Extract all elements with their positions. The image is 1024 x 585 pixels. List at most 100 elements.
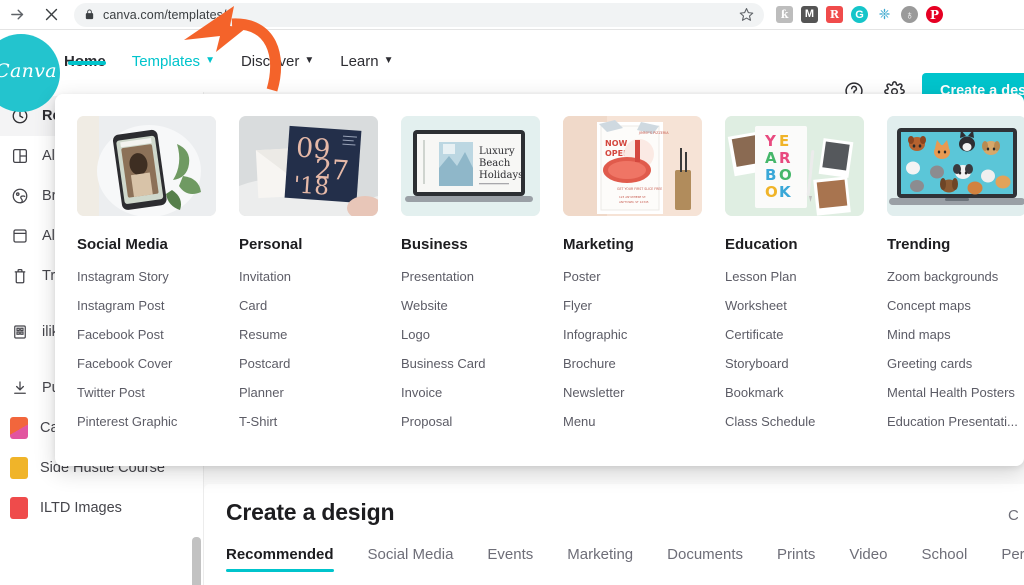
svg-text:Beach: Beach bbox=[479, 158, 511, 169]
mega-column-business: Luxury Beach Holidays Business Presentat… bbox=[401, 116, 563, 429]
thumbnail-business[interactable]: Luxury Beach Holidays bbox=[401, 116, 540, 216]
svg-text:O: O bbox=[765, 183, 778, 201]
mega-link[interactable]: Card bbox=[239, 298, 387, 313]
extension-red-r-icon[interactable]: R bbox=[826, 6, 843, 23]
extension-blue-wave-icon[interactable]: ❈ bbox=[876, 6, 893, 23]
svg-text:NOW: NOW bbox=[605, 139, 627, 148]
tab-social-media[interactable]: Social Media bbox=[368, 546, 454, 572]
mega-link[interactable]: Concept maps bbox=[887, 298, 1024, 313]
chevron-down-icon: ▼ bbox=[383, 55, 394, 66]
nav-link-templates[interactable]: Templates ▼ bbox=[132, 49, 215, 74]
browser-extensions: ƙ M R G ❈ ♁ P bbox=[776, 6, 943, 23]
mega-column-trending: Trending Zoom backgrounds Concept maps M… bbox=[887, 116, 1024, 429]
mega-link[interactable]: Education Presentati... bbox=[887, 414, 1024, 429]
mega-link[interactable]: Pinterest Graphic bbox=[77, 414, 225, 429]
tab-events[interactable]: Events bbox=[487, 546, 533, 572]
mega-column-marketing: NOW OPEN! JIMMY'S PIZZERIA GET YOUR FIRS… bbox=[563, 116, 725, 429]
mega-link[interactable]: Menu bbox=[563, 414, 711, 429]
mega-link[interactable]: Lesson Plan bbox=[725, 269, 873, 284]
thumbnail-education[interactable]: Y E A R B O O K bbox=[725, 116, 864, 216]
panel-right-cut-text: C bbox=[1008, 507, 1018, 524]
mega-column-social-media: Social Media Instagram Story Instagram P… bbox=[77, 116, 239, 429]
sidebar-item-iltd-images[interactable]: ILTD Images bbox=[0, 488, 203, 528]
tab-recommended[interactable]: Recommended bbox=[226, 546, 334, 572]
mega-link[interactable]: Postcard bbox=[239, 356, 387, 371]
thumbnail-trending[interactable] bbox=[887, 116, 1024, 216]
svg-text:123 ANYWHERE ST.: 123 ANYWHERE ST. bbox=[619, 195, 646, 199]
mega-link[interactable]: Instagram Post bbox=[77, 298, 225, 313]
mega-link[interactable]: Flyer bbox=[563, 298, 711, 313]
mega-column-links: Presentation Website Logo Business Card … bbox=[401, 269, 563, 429]
mega-link[interactable]: Presentation bbox=[401, 269, 549, 284]
mega-link[interactable]: Greeting cards bbox=[887, 356, 1024, 371]
extension-grammarly-icon[interactable]: G bbox=[851, 6, 868, 23]
mega-link[interactable]: Facebook Post bbox=[77, 327, 225, 342]
mega-link[interactable]: Logo bbox=[401, 327, 549, 342]
mega-link[interactable]: Invitation bbox=[239, 269, 387, 284]
mega-link[interactable]: Invoice bbox=[401, 385, 549, 400]
mega-column-personal: 09 27 '18 Personal Invitation Card Resum… bbox=[239, 116, 401, 429]
mega-link[interactable]: Mental Health Posters bbox=[887, 385, 1024, 400]
svg-text:JIMMY'S PIZZERIA: JIMMY'S PIZZERIA bbox=[638, 131, 669, 135]
mega-link[interactable]: Planner bbox=[239, 385, 387, 400]
mega-link[interactable]: Brochure bbox=[563, 356, 711, 371]
sidebar-label: ILTD Images bbox=[40, 500, 122, 516]
sidebar-scrollbar[interactable] bbox=[192, 537, 201, 585]
tab-video[interactable]: Video bbox=[849, 546, 887, 572]
active-tab-indicator bbox=[68, 61, 106, 65]
mega-column-links: Invitation Card Resume Postcard Planner … bbox=[239, 269, 401, 429]
mega-column-title: Social Media bbox=[77, 236, 168, 253]
mega-link[interactable]: Storyboard bbox=[725, 356, 873, 371]
mega-link[interactable]: Instagram Story bbox=[77, 269, 225, 284]
mega-column-education: Y E A R B O O K Education Lesson Plan Wo… bbox=[725, 116, 887, 429]
forward-icon[interactable] bbox=[2, 1, 32, 29]
extension-grey-k-icon[interactable]: ƙ bbox=[776, 6, 793, 23]
grid-icon bbox=[10, 146, 30, 166]
nav-link-learn[interactable]: Learn ▼ bbox=[340, 49, 393, 74]
mega-link[interactable]: Worksheet bbox=[725, 298, 873, 313]
mega-link[interactable]: Newsletter bbox=[563, 385, 711, 400]
thumbnail-personal[interactable]: 09 27 '18 bbox=[239, 116, 378, 216]
extension-gmail-icon[interactable]: M bbox=[801, 6, 818, 23]
thumbnail-marketing[interactable]: NOW OPEN! JIMMY'S PIZZERIA GET YOUR FIRS… bbox=[563, 116, 702, 216]
mega-link[interactable]: Poster bbox=[563, 269, 711, 284]
trash-icon bbox=[10, 266, 30, 286]
address-bar[interactable]: canva.com/templates/ bbox=[74, 2, 764, 27]
mega-link[interactable]: Infographic bbox=[563, 327, 711, 342]
nav-label-templates: Templates bbox=[131, 52, 201, 70]
svg-text:ANYTOWN, ST 12345: ANYTOWN, ST 12345 bbox=[619, 200, 649, 204]
nav-link-discover[interactable]: Discover ▼ bbox=[241, 49, 314, 74]
mega-link[interactable]: Website bbox=[401, 298, 549, 313]
mega-link[interactable]: Facebook Cover bbox=[77, 356, 225, 371]
mega-link[interactable]: Class Schedule bbox=[725, 414, 873, 429]
browser-nav-buttons bbox=[0, 1, 66, 29]
tab-school[interactable]: School bbox=[921, 546, 967, 572]
tab-personal[interactable]: Personal bbox=[1001, 546, 1024, 572]
browser-toolbar: canva.com/templates/ ƙ M R G ❈ ♁ P bbox=[0, 0, 1024, 30]
extension-globe-icon[interactable]: ♁ bbox=[901, 6, 918, 23]
mega-link[interactable]: Resume bbox=[239, 327, 387, 342]
header-nav: Home Templates ▼ Discover ▼ Learn ▼ bbox=[64, 49, 394, 74]
mega-link[interactable]: Certificate bbox=[725, 327, 873, 342]
mega-link[interactable]: Business Card bbox=[401, 356, 549, 371]
tab-prints[interactable]: Prints bbox=[777, 546, 815, 572]
mega-link[interactable]: Mind maps bbox=[887, 327, 1024, 342]
close-icon[interactable] bbox=[36, 1, 66, 29]
tab-marketing[interactable]: Marketing bbox=[567, 546, 633, 572]
mega-column-links: Poster Flyer Infographic Brochure Newsle… bbox=[563, 269, 725, 429]
url-text: canva.com/templates/ bbox=[103, 7, 227, 22]
tab-documents[interactable]: Documents bbox=[667, 546, 743, 572]
mega-link[interactable]: Proposal bbox=[401, 414, 549, 429]
mega-link[interactable]: Zoom backgrounds bbox=[887, 269, 1024, 284]
folder-color-icon bbox=[10, 417, 28, 439]
nav-label-discover: Discover bbox=[240, 52, 300, 70]
page-title: Create a design bbox=[226, 499, 395, 525]
thumbnail-social-media[interactable] bbox=[77, 116, 216, 216]
mega-link[interactable]: T-Shirt bbox=[239, 414, 387, 429]
star-icon[interactable] bbox=[739, 7, 754, 22]
svg-text:Y: Y bbox=[764, 132, 777, 150]
mega-column-title: Business bbox=[401, 236, 468, 253]
mega-link[interactable]: Twitter Post bbox=[77, 385, 225, 400]
extension-pinterest-icon[interactable]: P bbox=[926, 6, 943, 23]
mega-link[interactable]: Bookmark bbox=[725, 385, 873, 400]
